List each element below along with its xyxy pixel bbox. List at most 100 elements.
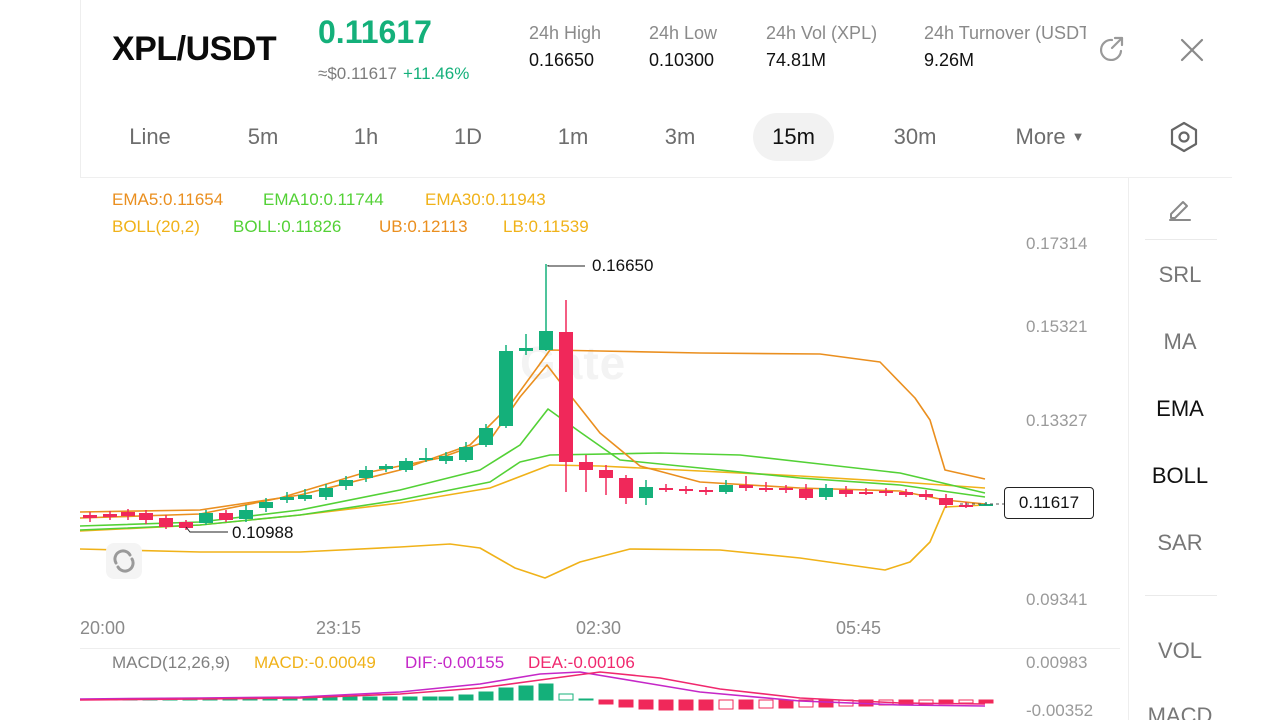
- x-tick: 23:15: [316, 618, 362, 638]
- candle-down: [699, 490, 713, 492]
- macd-bar-up: [438, 696, 454, 701]
- macd-bar-down: [598, 699, 614, 705]
- candlestick-chart[interactable]: [0, 0, 1130, 720]
- candle-down: [879, 491, 893, 493]
- candle-up: [479, 428, 493, 445]
- macd-bar-up: [458, 694, 474, 701]
- macd-bar-down: [678, 699, 694, 711]
- indicator-macd[interactable]: MACD: [1130, 703, 1230, 720]
- candle-down: [619, 478, 633, 498]
- high-annotation: 0.16650: [592, 256, 654, 275]
- macd-bar-down: [758, 699, 774, 709]
- macd-bar-down: [618, 699, 634, 708]
- candle-up: [499, 351, 513, 426]
- y-tick: 0.17314: [1026, 234, 1088, 253]
- macd-bar-down: [718, 699, 734, 710]
- boll-upper-line: [79, 349, 986, 513]
- macd-bar-down: [978, 699, 994, 704]
- x-tick: 02:30: [576, 618, 622, 638]
- macd-bar-up: [382, 696, 398, 701]
- candle-up: [359, 470, 373, 478]
- macd-divider: [80, 648, 1120, 649]
- candle-down: [559, 332, 573, 462]
- x-tick: 05:45: [836, 618, 882, 638]
- candle-down: [121, 512, 135, 516]
- macd-bar-down: [958, 699, 974, 704]
- candle-down: [599, 470, 613, 478]
- candle-down: [83, 515, 97, 518]
- macd-bar-up: [402, 696, 418, 701]
- indicator-ma[interactable]: MA: [1130, 329, 1230, 355]
- y-tick: 0.09341: [1026, 590, 1088, 609]
- candle-up: [280, 497, 294, 500]
- candle-down: [679, 489, 693, 491]
- candle-up: [539, 331, 553, 350]
- macd-bar-down: [638, 699, 654, 710]
- boll-lower-line: [79, 504, 986, 579]
- y-tick: 0.15321: [1026, 317, 1088, 336]
- candle-up: [639, 487, 653, 498]
- candle-up: [339, 480, 353, 486]
- macd-params-label: MACD(12,26,9): [112, 653, 231, 672]
- panel-divider: [1145, 595, 1217, 596]
- macd-bar-up: [498, 687, 514, 701]
- macd-y-tick: 0.00983: [1026, 653, 1088, 672]
- candle-up: [819, 488, 833, 497]
- candle-down: [739, 485, 753, 488]
- macd-value-label: MACD:-0.00049: [254, 653, 376, 672]
- candle-up: [399, 461, 413, 470]
- indicator-sar[interactable]: SAR: [1130, 530, 1230, 556]
- dea-label: DEA:-0.00106: [528, 653, 635, 672]
- candle-up: [199, 513, 213, 523]
- candle-up: [439, 456, 453, 461]
- candle-down: [159, 518, 173, 527]
- close-icon[interactable]: [1176, 34, 1208, 66]
- settings-icon[interactable]: [1166, 119, 1202, 155]
- macd-bar-up: [422, 696, 438, 701]
- candle-down: [839, 490, 853, 494]
- candle-down: [659, 488, 673, 490]
- macd-bar-up: [362, 696, 378, 701]
- indicator-ema[interactable]: EMA: [1130, 396, 1230, 422]
- y-tick: 0.13327: [1026, 411, 1088, 430]
- candle-up: [719, 485, 733, 492]
- last-price-tag: 0.11617: [1004, 487, 1094, 519]
- pencil-icon[interactable]: [1166, 194, 1194, 222]
- x-tick: 20:00: [80, 618, 126, 638]
- macd-bar-up: [478, 691, 494, 701]
- candle-up: [298, 495, 312, 499]
- high-leader-line: [547, 265, 585, 267]
- indicator-boll[interactable]: BOLL: [1130, 463, 1230, 489]
- candle-down: [139, 513, 153, 520]
- ema5-line: [79, 364, 986, 519]
- macd-bar-up: [518, 685, 534, 701]
- candle-up: [319, 488, 333, 497]
- candle-down: [919, 494, 933, 497]
- candle-down: [939, 498, 953, 505]
- candle-up: [459, 447, 473, 460]
- macd-bar-up: [342, 696, 358, 701]
- refresh-icon: [113, 549, 135, 573]
- indicator-srl[interactable]: SRL: [1130, 262, 1230, 288]
- brand-logo-button[interactable]: [106, 543, 142, 579]
- indicator-vol[interactable]: VOL: [1130, 638, 1230, 664]
- dif-label: DIF:-0.00155: [405, 653, 505, 672]
- macd-y-tick: -0.00352: [1026, 701, 1094, 720]
- candle-down: [219, 513, 233, 520]
- candle-down: [579, 462, 593, 470]
- candle-up: [519, 348, 533, 351]
- candle-down: [859, 492, 873, 494]
- candle-down: [779, 488, 793, 490]
- candle-down: [799, 489, 813, 498]
- candle-down: [759, 488, 773, 490]
- ema30-line: [79, 464, 986, 532]
- candle-down: [959, 505, 973, 507]
- macd-bar-up: [538, 683, 554, 701]
- macd-bar-down: [658, 699, 674, 711]
- macd-bar-down: [778, 699, 794, 709]
- macd-bar-down: [698, 699, 714, 711]
- panel-divider: [1145, 239, 1217, 240]
- macd-bar-up: [558, 693, 574, 701]
- macd-bar-down: [738, 699, 754, 710]
- candle-up: [259, 502, 273, 508]
